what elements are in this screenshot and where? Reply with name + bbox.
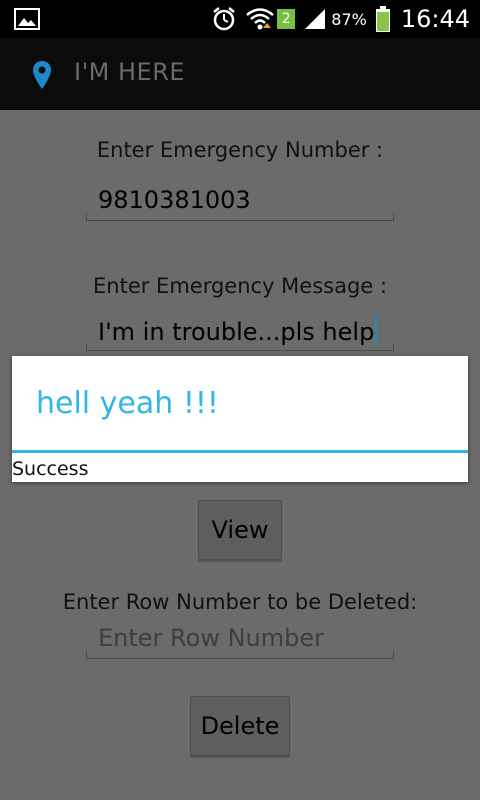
- clock: 16:44: [400, 5, 470, 33]
- dialog-message: Success: [12, 458, 89, 480]
- dialog-divider: [12, 450, 468, 453]
- alarm-icon: [211, 6, 237, 32]
- delete-row-label: Enter Row Number to be Deleted:: [62, 590, 418, 614]
- text-cursor: [375, 316, 378, 346]
- notification-badge: 2: [277, 9, 296, 29]
- alert-dialog: hell yeah !!! Success: [12, 356, 468, 482]
- signal-icon: [303, 7, 327, 31]
- emergency-number-value: 9810381003: [98, 186, 251, 214]
- emergency-number-input[interactable]: 9810381003: [86, 180, 394, 221]
- action-bar: I'M HERE: [0, 38, 480, 110]
- view-button[interactable]: View: [198, 500, 282, 560]
- emergency-message-value: I'm in trouble...pls help: [98, 318, 375, 346]
- app-screen: 2 87% 16:44 I'M HERE Enter Emergency Num…: [0, 0, 480, 800]
- location-pin-icon[interactable]: [32, 60, 52, 94]
- emergency-message-label: Enter Emergency Message :: [93, 274, 387, 298]
- app-title: I'M HERE: [74, 58, 186, 86]
- battery-percent: 87%: [331, 9, 367, 29]
- dialog-title: hell yeah !!!: [36, 386, 219, 421]
- emergency-message-input[interactable]: I'm in trouble...pls help: [86, 310, 394, 351]
- gallery-icon: [14, 8, 40, 34]
- delete-button[interactable]: Delete: [190, 696, 290, 756]
- row-number-placeholder: Enter Row Number: [98, 624, 324, 652]
- emergency-number-label: Enter Emergency Number :: [96, 138, 384, 162]
- wifi-icon: 2: [245, 6, 296, 32]
- battery-icon: [375, 5, 391, 33]
- status-bar: 2 87% 16:44: [0, 0, 480, 38]
- row-number-input[interactable]: Enter Row Number: [86, 618, 394, 659]
